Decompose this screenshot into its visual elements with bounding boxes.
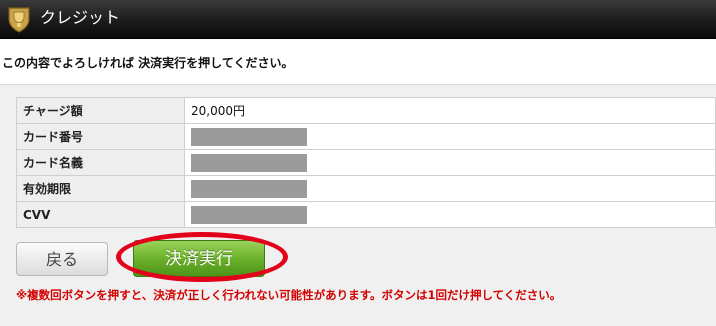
execute-payment-button[interactable]: 決済実行 bbox=[133, 240, 265, 277]
payment-details-table: チャージ額 20,000円 カード番号 カード名義 有効期限 CVV bbox=[16, 97, 716, 228]
masked-value bbox=[191, 205, 307, 224]
warning-text: ※複数回ボタンを押すと、決済が正しく行われない可能性があります。ボタンは1回だけ… bbox=[16, 288, 562, 302]
table-row: 有効期限 bbox=[16, 175, 716, 202]
card-number-value bbox=[184, 123, 716, 150]
table-row: カード番号 bbox=[16, 123, 716, 150]
page-header: クレジット bbox=[0, 0, 716, 39]
table-row: カード名義 bbox=[16, 149, 716, 176]
masked-value bbox=[191, 127, 307, 146]
table-row: CVV bbox=[16, 201, 716, 228]
masked-value bbox=[191, 179, 307, 198]
row-label: CVV bbox=[16, 201, 185, 228]
page-title: クレジット bbox=[40, 8, 121, 27]
expiry-value bbox=[184, 175, 716, 202]
row-label: カード名義 bbox=[16, 149, 185, 176]
cvv-value bbox=[184, 201, 716, 228]
charge-amount-value: 20,000円 bbox=[184, 97, 716, 124]
row-label: 有効期限 bbox=[16, 175, 185, 202]
back-button[interactable]: 戻る bbox=[16, 242, 108, 276]
row-label: カード番号 bbox=[16, 123, 185, 150]
row-label: チャージ額 bbox=[16, 97, 185, 124]
trophy-shield-icon bbox=[8, 7, 30, 33]
instruction-text: この内容でよろしければ 決済実行を押してください。 bbox=[2, 56, 294, 70]
masked-value bbox=[191, 153, 307, 172]
table-row: チャージ額 20,000円 bbox=[16, 97, 716, 124]
card-holder-value bbox=[184, 149, 716, 176]
